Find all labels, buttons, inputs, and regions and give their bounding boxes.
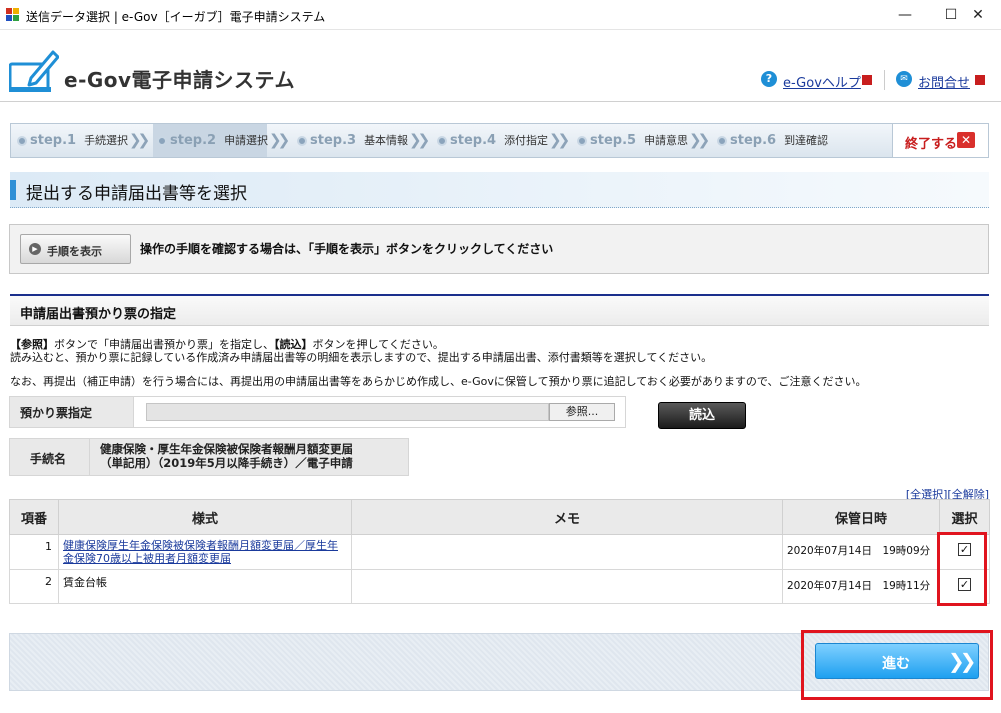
- memo-cell: [351, 534, 783, 570]
- procedure-name: 健康保険・厚生年金保険被保険者報酬月額変更届 （単記用）（2019年5月以降手続…: [90, 439, 408, 475]
- stored-date: 2020年07月14日 19時11分: [782, 569, 940, 604]
- step-chevron-icon: ❯❯: [409, 131, 430, 149]
- step-chevron-icon: ❯❯: [129, 131, 150, 149]
- external-window-icon: [862, 75, 872, 85]
- step-progress-bar: step.1 手続選択 ❯❯ step.2 申請選択 ❯❯ step.3 基本情報 ❯…: [10, 123, 989, 158]
- voucher-label: 預かり票指定: [10, 397, 134, 427]
- step-2: step.2 申請選択: [153, 124, 268, 157]
- help-instruction-text: 操作の手順を確認する場合は、「手順を表示」ボタンをクリックしてください: [140, 242, 554, 256]
- page-title: 提出する申請届出書等を選択: [26, 184, 247, 204]
- pc-pen-icon: [9, 50, 59, 92]
- title-accent-bar: [10, 180, 16, 200]
- step-chevron-icon: ❯❯: [269, 131, 290, 149]
- contact-link[interactable]: お問合せ: [918, 72, 970, 91]
- step-chevron-icon: ❯❯: [549, 131, 570, 149]
- help-question-icon: ?: [761, 71, 777, 87]
- voucher-section-header: 申請届出書預かり票の指定: [10, 294, 989, 326]
- end-button[interactable]: 終了する ✕: [892, 124, 988, 157]
- step-6: step.6 到達確認: [717, 124, 828, 157]
- step-dot-icon: [717, 136, 727, 146]
- procedure-label: 手続名: [10, 439, 90, 475]
- col-header-date: 保管日時: [782, 499, 940, 535]
- table-row: 2 賃金台帳 2020年07月14日 19時11分 ✓: [9, 569, 990, 604]
- step-dot-icon: [577, 136, 587, 146]
- select-column-highlight: [937, 532, 987, 606]
- mail-icon: ✉: [896, 71, 912, 87]
- step-5: step.5 申請意思: [577, 124, 688, 157]
- voucher-section-title: 申請届出書預かり票の指定: [20, 307, 177, 322]
- next-button-highlight: [801, 630, 993, 700]
- voucher-row: 預かり票指定 参照...: [9, 396, 626, 428]
- col-header-select: 選択: [939, 499, 990, 535]
- stored-date: 2020年07月14日 19時09分: [782, 534, 940, 570]
- egov-help-link[interactable]: e-Govヘルプ: [783, 72, 861, 91]
- site-header: e-Gov電子申請システム ? e-Govヘルプ ✉ お問合せ: [0, 30, 1001, 102]
- memo-cell: [351, 569, 783, 604]
- external-window-icon: [975, 75, 985, 85]
- end-button-label: 終了する: [905, 137, 958, 152]
- close-x-icon: ✕: [957, 132, 975, 148]
- show-procedure-label: 手順を表示: [47, 245, 102, 258]
- step-dot-icon: [437, 136, 447, 146]
- form-link[interactable]: 健康保険厚生年金保険被保険者報酬月額変更届／厚生年金保険70歳以上被用者月額変更…: [63, 539, 347, 565]
- col-header-memo: メモ: [351, 499, 783, 535]
- read-button[interactable]: 読込: [658, 402, 746, 429]
- play-icon: ▶: [29, 243, 41, 255]
- instruction-line-3: なお、再提出（補正申請）を行う場合には、再提出用の申請届出書等をあらかじめ作成し…: [10, 375, 867, 388]
- step-dot-icon: [17, 136, 27, 146]
- procedure-row: 手続名 健康保険・厚生年金保険被保険者報酬月額変更届 （単記用）（2019年5月…: [9, 438, 409, 476]
- app-icon: [6, 8, 20, 22]
- header-separator: [884, 70, 885, 90]
- close-button[interactable]: ✕: [955, 0, 1001, 30]
- documents-table: 項番 様式 メモ 保管日時 選択 1 健康保険厚生年金保険被保険者報酬月額変更届…: [9, 499, 990, 604]
- step-dot-icon: [297, 136, 307, 146]
- table-header-row: 項番 様式 メモ 保管日時 選択: [9, 499, 990, 535]
- browse-button[interactable]: 参照...: [549, 403, 615, 421]
- form-cell: 賃金台帳: [58, 569, 352, 604]
- table-row: 1 健康保険厚生年金保険被保険者報酬月額変更届／厚生年金保険70歳以上被用者月額…: [9, 534, 990, 570]
- step-dot-icon: [157, 136, 167, 146]
- page-title-bar: 提出する申請届出書等を選択: [10, 172, 989, 208]
- show-procedure-button[interactable]: ▶ 手順を表示: [20, 234, 131, 264]
- step-chevron-icon: ❯❯: [689, 131, 710, 149]
- window-titlebar: 送信データ選択 | e-Gov［イーガブ］電子申請システム — ☐ ✕: [0, 0, 1001, 30]
- col-header-form: 様式: [58, 499, 352, 535]
- minimize-button[interactable]: —: [882, 0, 928, 30]
- window-title: 送信データ選択 | e-Gov［イーガブ］電子申請システム: [26, 10, 326, 24]
- step-1: step.1 手続選択: [17, 124, 128, 157]
- site-logo-text: e-Gov電子申請システム: [64, 68, 295, 92]
- row-number: 1: [9, 534, 59, 570]
- voucher-file-input[interactable]: [146, 403, 549, 421]
- col-header-no: 項番: [9, 499, 59, 535]
- row-number: 2: [9, 569, 59, 604]
- form-cell: 健康保険厚生年金保険被保険者報酬月額変更届／厚生年金保険70歳以上被用者月額変更…: [58, 534, 352, 570]
- instruction-line-2: 読み込むと、預かり票に記録している作成済み申請届出書等の明細を表示しますので、提…: [10, 351, 713, 364]
- procedure-help-box: ▶ 手順を表示 操作の手順を確認する場合は、「手順を表示」ボタンをクリックしてく…: [9, 224, 989, 274]
- step-3: step.3 基本情報: [297, 124, 408, 157]
- step-4: step.4 添付指定: [437, 124, 548, 157]
